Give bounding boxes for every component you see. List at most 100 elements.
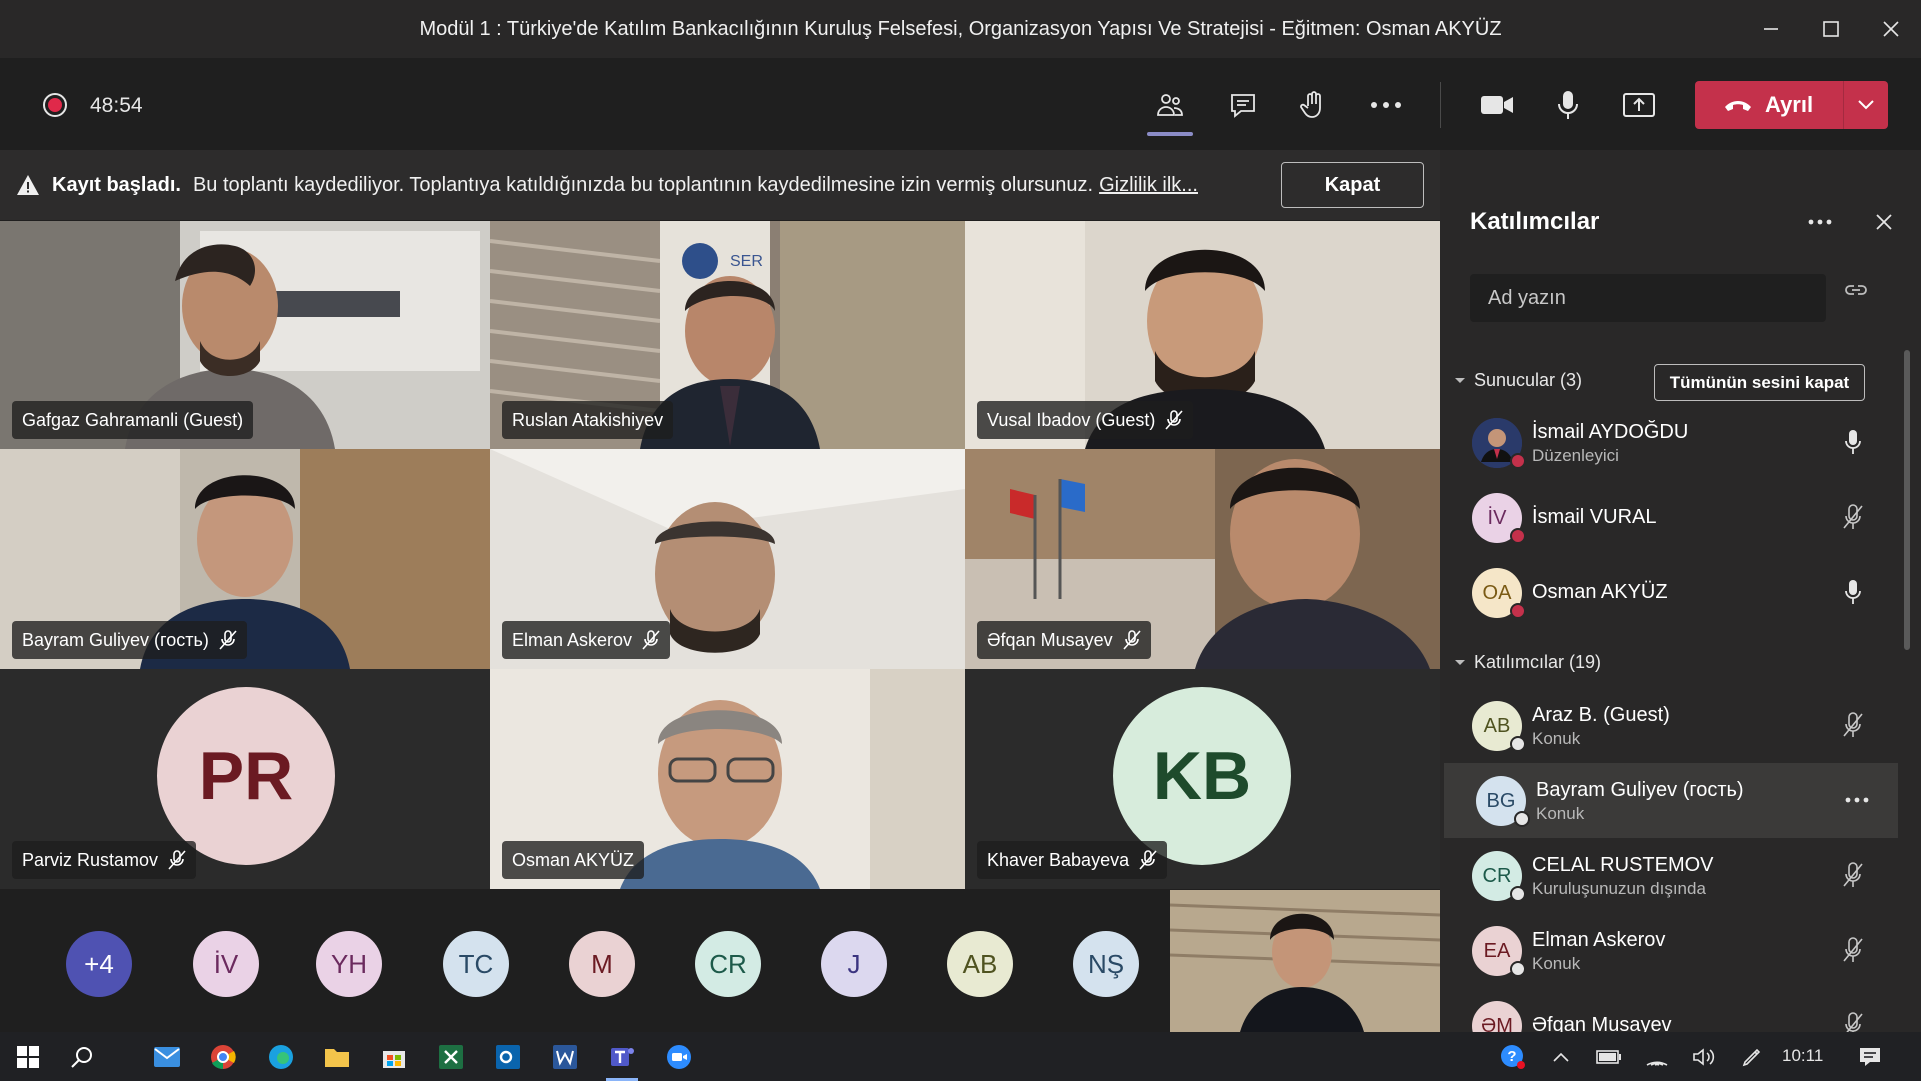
panel-more-options-button[interactable]: [1800, 202, 1840, 242]
pen-tray[interactable]: [1732, 1038, 1772, 1076]
video-tile[interactable]: Osman AKYÜZ: [490, 669, 965, 889]
video-tile[interactable]: Bayram Guliyev (гость): [0, 449, 490, 669]
zoom-app[interactable]: [659, 1038, 699, 1076]
share-invite-button[interactable]: [1844, 282, 1868, 303]
close-panel-button[interactable]: [1864, 202, 1904, 242]
participant-avatar[interactable]: AB: [947, 931, 1013, 997]
raise-hand-button[interactable]: [1288, 80, 1338, 130]
panel-scrollbar[interactable]: [1904, 350, 1910, 650]
search-icon: [71, 1047, 92, 1068]
self-view-video[interactable]: [1170, 890, 1440, 1032]
video-tile[interactable]: Elman Askerov: [490, 449, 965, 669]
zoom-icon: [667, 1045, 691, 1069]
participant-role: Konuk: [1536, 804, 1585, 823]
notification-center-button[interactable]: [1850, 1038, 1890, 1076]
attendees-section-header[interactable]: Katılımcılar (19): [1454, 652, 1601, 673]
teams-app[interactable]: [602, 1038, 642, 1081]
minimize-button[interactable]: [1741, 0, 1801, 58]
privacy-policy-link[interactable]: Gizlilik ilk...: [1099, 174, 1198, 197]
chevron-down-icon: [1455, 377, 1465, 383]
video-tile[interactable]: Vusal Ibadov (Guest): [965, 221, 1440, 449]
participant-avatar[interactable]: İV: [193, 931, 259, 997]
video-tile[interactable]: SER Ruslan Atakishiyev: [490, 221, 965, 449]
camera-button[interactable]: [1472, 80, 1522, 130]
file-explorer-app[interactable]: [317, 1038, 357, 1076]
more-participants-button[interactable]: +4: [66, 931, 132, 997]
window-title: Modül 1 : Türkiye'de Katılım Bankacılığı…: [419, 17, 1502, 40]
camera-icon: [1481, 96, 1513, 114]
dismiss-banner-button[interactable]: Kapat: [1281, 162, 1424, 208]
presenters-section-header[interactable]: Sunucular (3): [1454, 370, 1582, 391]
microphone-icon: [1558, 91, 1578, 119]
edge-app[interactable]: [261, 1038, 301, 1076]
participant-more-options-button[interactable]: [1837, 785, 1877, 815]
taskbar-clock: 10:11: [1782, 1046, 1824, 1065]
attendees-header: Katılımcılar (19): [1474, 652, 1602, 672]
show-hidden-icons-button[interactable]: [1541, 1038, 1581, 1076]
minimize-icon: [1764, 28, 1778, 30]
chrome-app[interactable]: [203, 1038, 243, 1076]
start-button[interactable]: [8, 1038, 48, 1076]
participant-avatar[interactable]: M: [569, 931, 635, 997]
participant-row[interactable]: AB Araz B. (Guest) Konuk: [1440, 688, 1902, 763]
participant-row[interactable]: İsmail AYDOĞDU Düzenleyici: [1440, 405, 1902, 480]
excel-app[interactable]: [431, 1038, 471, 1076]
search-button[interactable]: [62, 1038, 102, 1076]
leave-button[interactable]: Ayrıl: [1695, 81, 1888, 129]
mic-status-on: [1838, 427, 1868, 457]
video-tile[interactable]: Gafgaz Gahramanli (Guest): [0, 221, 490, 449]
store-app[interactable]: [374, 1038, 414, 1076]
network-tray[interactable]: [1637, 1038, 1677, 1076]
more-icon: [1845, 797, 1869, 803]
leave-main-button[interactable]: Ayrıl: [1695, 81, 1843, 129]
participant-role: Konuk: [1532, 954, 1581, 973]
maximize-icon: [1823, 21, 1839, 37]
battery-tray[interactable]: [1589, 1038, 1629, 1076]
maximize-button[interactable]: [1801, 0, 1861, 58]
participant-avatar[interactable]: NŞ: [1073, 931, 1139, 997]
wifi-icon: [1646, 1061, 1668, 1066]
close-icon: [1876, 214, 1892, 230]
microphone-button[interactable]: [1543, 80, 1593, 130]
presence-status-icon: [1514, 811, 1530, 827]
mail-app[interactable]: [147, 1038, 187, 1076]
close-window-button[interactable]: [1861, 0, 1921, 58]
help-tray-icon[interactable]: ?: [1493, 1038, 1533, 1076]
participant-row[interactable]: İV İsmail VURAL: [1440, 480, 1902, 555]
video-tile[interactable]: KB Khaver Babayeva: [965, 669, 1440, 889]
hang-up-icon: [1725, 101, 1751, 111]
participant-row[interactable]: CR CELAL RUSTEMOV Kuruluşunuzun dışında: [1440, 838, 1902, 913]
participant-name: Khaver Babayeva: [987, 849, 1130, 870]
participant-name-tag: Bayram Guliyev (гость): [12, 621, 247, 659]
word-app[interactable]: [545, 1038, 585, 1076]
participant-avatar[interactable]: CR: [695, 931, 761, 997]
more-actions-button[interactable]: [1361, 80, 1411, 130]
video-tile[interactable]: Əfqan Musayev: [965, 449, 1440, 669]
participant-avatar[interactable]: TC: [443, 931, 509, 997]
participant-avatar[interactable]: J: [821, 931, 887, 997]
video-tile[interactable]: PR Parviz Rustamov: [0, 669, 490, 889]
outlook-app[interactable]: [488, 1038, 528, 1076]
participant-row[interactable]: OA Osman AKYÜZ: [1440, 555, 1902, 630]
battery-icon: [1596, 1050, 1621, 1064]
overflow-participants-strip: +4 İV YH TC M CR J AB NŞ: [0, 890, 1170, 1032]
show-chat-button[interactable]: [1218, 80, 1268, 130]
store-icon: [383, 1051, 405, 1068]
help-icon: ?: [1501, 1045, 1525, 1069]
participant-search-input[interactable]: [1470, 274, 1826, 322]
participant-name: Parviz Rustamov: [22, 849, 159, 870]
show-participants-button[interactable]: [1145, 80, 1195, 136]
mute-all-button[interactable]: Tümünün sesini kapat: [1654, 364, 1865, 401]
volume-tray[interactable]: [1684, 1038, 1724, 1076]
participant-avatar[interactable]: YH: [316, 931, 382, 997]
mic-off-icon: [1843, 862, 1863, 887]
participant-row[interactable]: EA Elman Askerov Konuk: [1440, 913, 1902, 988]
participant-name: Elman Askerov: [1532, 929, 1666, 951]
participant-row[interactable]: BG Bayram Guliyev (гость) Konuk: [1444, 763, 1898, 838]
share-content-button[interactable]: [1614, 80, 1664, 130]
mic-off-icon: [1843, 504, 1863, 529]
meeting-timer: 48:54: [90, 94, 143, 117]
participant-name-tag: Khaver Babayeva: [977, 841, 1168, 879]
leave-options-button[interactable]: [1844, 100, 1888, 110]
pen-icon: [1742, 1048, 1761, 1067]
